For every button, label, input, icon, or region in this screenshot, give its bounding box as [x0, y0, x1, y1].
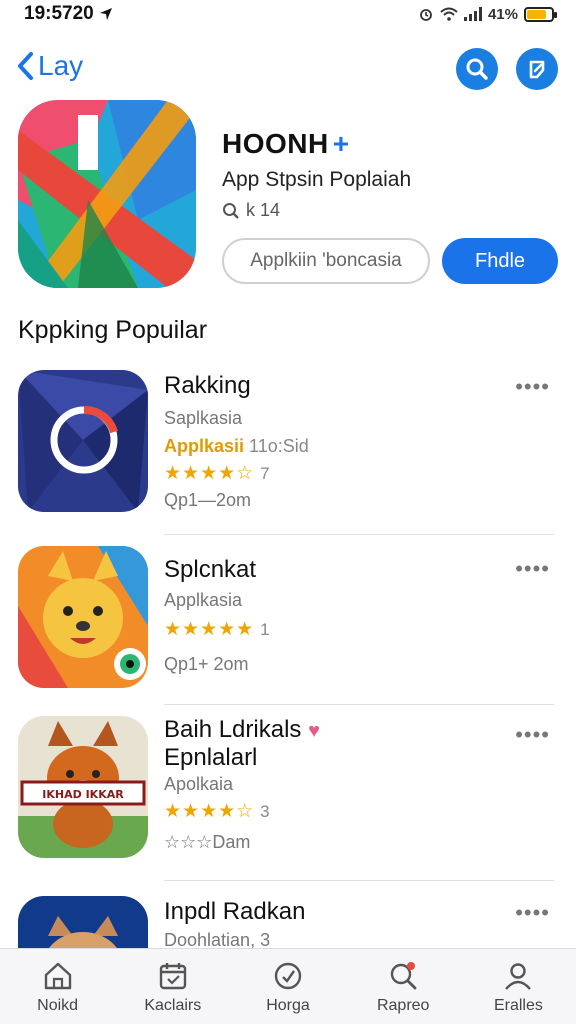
- tab-label: Rapreo: [376, 997, 430, 1014]
- rating-stars: ★★★★☆: [164, 463, 255, 484]
- item-name: Inpdl Radkan: [164, 898, 306, 925]
- search-icon: [466, 58, 488, 80]
- back-label: Lay: [38, 50, 84, 81]
- section-title: Kppking Popuilar: [18, 316, 208, 344]
- battery-icon: [524, 6, 557, 22]
- share-button[interactable]: [516, 48, 558, 90]
- item-icon-fox: [18, 546, 148, 688]
- home-icon: [44, 962, 71, 990]
- banner-text: IKHAD IKKAR: [42, 788, 124, 801]
- person-icon: [505, 963, 532, 990]
- rating-stars: ★★★★★: [164, 619, 255, 640]
- location-arrow-icon: [99, 8, 112, 20]
- battery-level: [527, 9, 547, 19]
- item-category: Apolkaia: [164, 774, 234, 794]
- item-name: Splcnkat: [164, 556, 257, 583]
- status-right: 41%: [418, 5, 557, 23]
- rating-count: 3: [260, 801, 270, 821]
- item-rating: ★★★★☆ 7: [164, 462, 270, 485]
- rating-count: 7: [260, 463, 270, 483]
- tab-explore[interactable]: Horga: [230, 949, 345, 1024]
- more-options-icon[interactable]: ••••: [515, 722, 550, 748]
- status-time: 19:5720: [24, 3, 94, 24]
- chevron-left-icon: [18, 52, 33, 80]
- item-category: Applkasia: [164, 590, 243, 610]
- alarm-icon: [420, 9, 432, 21]
- list-item[interactable]: Rakking Saplkasia Applkasii 11o:Sid ★★★★…: [0, 370, 576, 540]
- item-size: ☆☆☆Dam: [164, 832, 251, 852]
- app-title-text: HOONH: [222, 128, 329, 159]
- app-icon: [18, 100, 196, 288]
- item-tag-rest: 11o:Sid: [249, 436, 309, 456]
- item-name-line1: Baih Ldrikals: [164, 716, 302, 743]
- magnifier-icon: [223, 202, 239, 219]
- divider: [164, 704, 554, 705]
- app-meta: k 14: [222, 200, 280, 221]
- rating-stars: ★★★★☆: [164, 801, 255, 822]
- item-tag: Applkasii 11o:Sid: [164, 436, 309, 457]
- calendar-icon: [159, 963, 186, 990]
- nav-bar: Lay: [0, 40, 576, 100]
- list-item[interactable]: Splcnkat Applkasia ★★★★★ 1 Qp1+ 2om ••••: [0, 546, 576, 716]
- app-subtitle: App Stpsin Poplaiah: [222, 168, 412, 191]
- tab-label: Horga: [266, 997, 310, 1014]
- more-options-icon[interactable]: ••••: [515, 900, 550, 926]
- search-icon: [391, 962, 417, 990]
- app-meta-text: k 14: [246, 200, 281, 220]
- divider: [164, 534, 554, 535]
- heart-icon: ♥: [308, 720, 320, 742]
- app-title: HOONH +: [222, 128, 350, 160]
- item-category: Saplkasia: [164, 408, 243, 428]
- tab-label: Noikd: [37, 997, 79, 1014]
- divider: [164, 880, 554, 881]
- item-icon-fox-banner: IKHAD IKKAR: [18, 716, 148, 858]
- item-icon-ring: [18, 370, 148, 512]
- item-name: Rakking: [164, 372, 251, 399]
- tab-bar: Noikd Kaclairs Horga Rapreo Eralles: [0, 948, 576, 1024]
- item-tag-highlight: Applkasii: [164, 436, 245, 456]
- wifi-icon: [440, 7, 458, 21]
- item-name-line2: Epnlalarl: [164, 744, 258, 771]
- item-name: Baih Ldrikals ♥: [164, 716, 320, 744]
- get-button[interactable]: Fhdle: [442, 238, 558, 284]
- item-rating: ★★★★☆ 3: [164, 800, 270, 823]
- list-item[interactable]: Inpdl Radkan Doohlatian, 3 ••••: [0, 894, 576, 948]
- rating-count: 1: [260, 619, 270, 639]
- item-icon-dog: [18, 896, 148, 948]
- status-left: 19:5720: [24, 3, 114, 25]
- tab-label: Eralles: [493, 997, 543, 1014]
- signal-icon: [463, 7, 482, 21]
- compass-icon: [274, 962, 302, 990]
- battery-percent: 41%: [487, 5, 518, 23]
- tab-profile[interactable]: Eralles: [461, 949, 576, 1024]
- item-size: Qp1—2om: [164, 490, 252, 510]
- more-options-icon[interactable]: ••••: [515, 556, 550, 582]
- tab-search[interactable]: Rapreo: [346, 949, 461, 1024]
- item-size: Qp1+ 2om: [164, 654, 249, 674]
- list-item[interactable]: IKHAD IKKAR Baih Ldrikals ♥ Epnlalarl Ap…: [0, 716, 576, 886]
- status-bar: 19:5720 41%: [0, 0, 576, 28]
- back-button[interactable]: Lay: [16, 50, 83, 82]
- tab-label: Kaclairs: [144, 997, 202, 1014]
- app-title-badge: +: [332, 128, 350, 159]
- item-rating: ★★★★★ 1: [164, 618, 270, 641]
- tab-today[interactable]: Noikd: [0, 949, 115, 1024]
- tab-calendar[interactable]: Kaclairs: [115, 949, 230, 1024]
- secondary-action-button[interactable]: Applkiin 'boncasia: [222, 238, 430, 284]
- search-button[interactable]: [456, 48, 498, 90]
- item-category: Doohlatian, 3: [164, 930, 271, 948]
- more-options-icon[interactable]: ••••: [515, 374, 550, 400]
- share-icon: [529, 60, 545, 79]
